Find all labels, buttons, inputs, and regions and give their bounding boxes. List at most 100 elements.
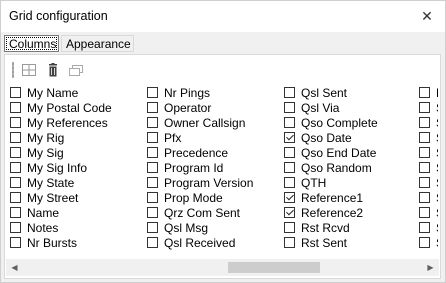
scroll-left-icon[interactable]: ◀ [6,259,23,276]
option-label: Qso Random [301,161,372,175]
checkbox[interactable] [147,177,158,188]
checkbox[interactable] [10,147,21,158]
checkbox[interactable] [284,222,295,233]
option-label: Reference2 [301,206,364,220]
option-label: Qsl Via [301,101,340,115]
option-label: Qso End Date [301,146,377,160]
checkbox[interactable] [284,117,295,128]
checkbox[interactable] [419,177,430,188]
option-label: Qso Complete [301,116,378,130]
option-label: Qsl Received [164,236,236,250]
checkbox[interactable] [10,132,21,143]
checkbox[interactable] [147,102,158,113]
checkbox[interactable] [147,207,158,218]
option-label: My References [27,116,108,130]
option-label: Nr Bursts [27,236,78,250]
option-label: Prop Mode [164,191,223,205]
checkbox[interactable] [10,162,21,173]
checkbox[interactable] [284,147,295,158]
checkbox[interactable] [10,102,21,113]
option-label: S [436,206,438,221]
horizontal-scrollbar[interactable]: ◀ ▶ [6,259,439,276]
scroll-thumb[interactable] [228,262,320,273]
checkbox[interactable] [284,162,295,173]
close-button[interactable]: ✕ [409,1,445,32]
option-label: Reference1 [301,191,364,205]
checkbox[interactable] [147,237,158,248]
checkbox[interactable] [284,87,295,98]
option-label: My Sig [27,146,64,160]
columns-panel: My Name My Postal Code My References My … [4,54,441,279]
option-label: QTH [301,176,327,190]
option-label: S [436,176,438,191]
option-label: S [436,191,438,206]
grid-configuration-dialog: Grid configuration ✕ Columns Appearance [0,0,446,283]
checkbox[interactable] [419,147,430,158]
option-label: My Rig [27,131,65,145]
option-label: S [436,101,438,116]
checkbox[interactable] [284,192,295,203]
option-label: Qsl Sent [301,86,348,100]
checkbox[interactable] [147,132,158,143]
option-label: Nr Pings [164,86,211,100]
checkbox[interactable] [419,162,430,173]
option-label: Pfx [164,131,182,145]
option-label: Qsl Msg [164,221,209,235]
checkbox[interactable] [284,132,295,143]
column-checkbox-grid: My Name My Postal Code My References My … [5,85,438,257]
option-label: R [436,86,438,101]
toolbar-grip-icon[interactable] [12,62,14,78]
option-label: S [436,161,438,176]
option-label: Qrz Com Sent [164,206,241,220]
tab-columns[interactable]: Columns [4,35,59,52]
restore-icon[interactable] [68,63,84,77]
option-label: Precedence [164,146,229,160]
checkbox[interactable] [419,192,430,203]
checkbox[interactable] [419,237,430,248]
checkbox[interactable] [419,222,430,233]
checkbox[interactable] [419,87,430,98]
checkbox[interactable] [147,162,158,173]
option-label: Name [27,206,60,220]
grid-layout-icon[interactable] [21,63,37,77]
checkbox[interactable] [147,117,158,128]
checkbox[interactable] [419,207,430,218]
option-label: My State [27,176,75,190]
tab-appearance[interactable]: Appearance [61,35,134,52]
option-label: Program Version [164,176,254,190]
checkbox[interactable] [284,177,295,188]
option-label: S [436,221,438,236]
option-label: Program Id [164,161,224,175]
option-label: My Sig Info [27,161,88,175]
checkbox[interactable] [284,207,295,218]
option-label: My Postal Code [27,101,112,115]
checkbox[interactable] [147,222,158,233]
checkbox[interactable] [10,192,21,203]
option-label: Notes [27,221,59,235]
delete-icon[interactable] [45,63,61,77]
checkbox[interactable] [419,102,430,113]
checkbox[interactable] [419,117,430,128]
checkbox[interactable] [10,222,21,233]
checkbox[interactable] [147,192,158,203]
scroll-right-icon[interactable]: ▶ [422,259,439,276]
option-label: Operator [164,101,212,115]
option-label: S [436,131,438,146]
checkbox[interactable] [284,102,295,113]
checkbox[interactable] [10,177,21,188]
title-bar: Grid configuration ✕ [1,1,445,32]
checkbox[interactable] [147,87,158,98]
checkbox[interactable] [10,87,21,98]
window-title: Grid configuration [9,9,108,23]
checkbox[interactable] [419,132,430,143]
option-label: Rst Rcvd [301,221,350,235]
checkbox[interactable] [284,237,295,248]
option-label: Qso Date [301,131,352,145]
option-label: S [436,236,438,251]
option-label: My Street [27,191,79,205]
checkbox[interactable] [147,147,158,158]
checkbox[interactable] [10,207,21,218]
checkbox[interactable] [10,237,21,248]
checkbox[interactable] [10,117,21,128]
toolbar [5,55,440,85]
